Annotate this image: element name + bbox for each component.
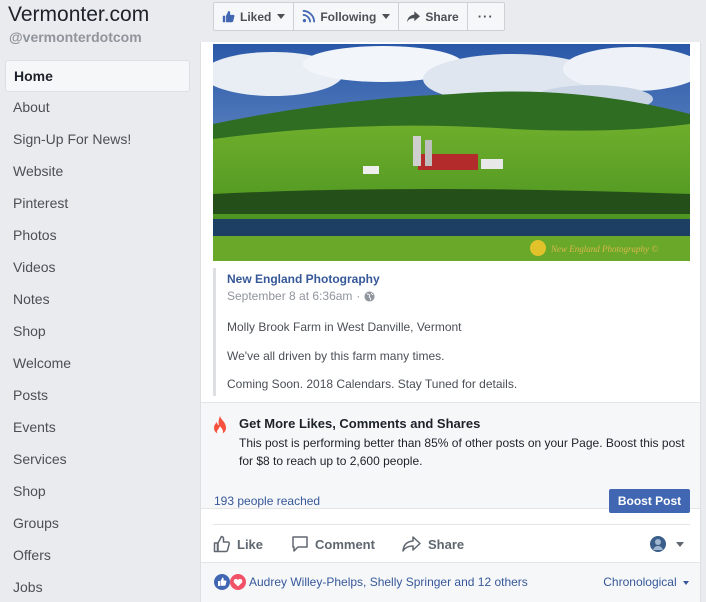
sidebar-nav: Home About Sign-Up For News! Website Pin… [5, 60, 190, 602]
page-handle[interactable]: @vermonterdotcom [9, 29, 142, 45]
page-sidebar: Vermonter.com @vermonterdotcom Home Abou… [0, 0, 200, 602]
page-name[interactable]: Vermonter.com [8, 3, 149, 27]
reaction-names-link[interactable]: Audrey Willey-Phelps, Shelly Springer an… [249, 575, 528, 589]
share-button[interactable]: Share [402, 529, 464, 559]
sidebar-item-shop-2[interactable]: Shop [5, 476, 190, 508]
meta-separator: · [356, 289, 361, 303]
thumbs-up-outline-icon [213, 535, 231, 553]
liked-label: Liked [240, 9, 272, 24]
post-text-line: Molly Brook Farm in West Danville, Vermo… [227, 320, 462, 334]
share-action-label: Share [428, 536, 465, 552]
post-actions: Like Comment Share [213, 529, 690, 561]
share-outline-icon [402, 536, 421, 552]
svg-text:New England Photography ©: New England Photography © [550, 244, 658, 254]
post-as-selector[interactable] [650, 529, 684, 559]
boost-description: This post is performing better than 85% … [239, 436, 685, 468]
flame-icon [214, 416, 226, 435]
share-page-button[interactable]: Share [398, 2, 468, 31]
comment-label: Comment [315, 536, 375, 552]
farm-landscape-image: New England Photography © [213, 44, 690, 261]
like-button[interactable]: Like [213, 529, 263, 559]
sidebar-item-jobs[interactable]: Jobs [5, 572, 190, 602]
comment-icon [292, 536, 308, 552]
reactions-summary: Audrey Willey-Phelps, Shelly Springer an… [201, 563, 700, 602]
source-page-link[interactable]: New England Photography [227, 272, 380, 286]
rss-icon [303, 10, 316, 23]
sidebar-item-offers[interactable]: Offers [5, 540, 190, 572]
comment-button[interactable]: Comment [291, 529, 375, 559]
more-button[interactable]: ··· [466, 2, 505, 31]
boost-post-button[interactable]: Boost Post [609, 489, 690, 513]
sidebar-item-services[interactable]: Services [5, 444, 190, 476]
post-card: New England Photography © New England Ph… [200, 42, 701, 602]
chevron-down-icon [277, 14, 286, 19]
following-label: Following [320, 9, 377, 24]
post-text-line: We've all driven by this farm many times… [227, 349, 445, 363]
avatar-icon [650, 536, 666, 552]
love-reaction-icon[interactable] [230, 574, 246, 590]
comment-sort-selector[interactable]: Chronological [603, 575, 689, 589]
post-text-line: Coming Soon. 2018 Calendars. Stay Tuned … [227, 377, 518, 391]
chevron-down-icon [382, 14, 391, 19]
like-label: Like [237, 536, 264, 552]
sidebar-item-events[interactable]: Events [5, 412, 190, 444]
share-label: Share [425, 9, 459, 24]
sidebar-item-website[interactable]: Website [5, 156, 190, 188]
sidebar-item-videos[interactable]: Videos [5, 252, 190, 284]
divider [213, 524, 690, 525]
post-meta: September 8 at 6:36am · [227, 289, 375, 303]
sidebar-item-signup[interactable]: Sign-Up For News! [5, 124, 190, 156]
thumbs-up-icon [222, 10, 235, 23]
share-arrow-icon [407, 10, 421, 22]
sidebar-item-posts[interactable]: Posts [5, 380, 190, 412]
more-icon: ··· [477, 9, 494, 24]
shared-post-attachment: New England Photography September 8 at 6… [213, 268, 690, 396]
sidebar-item-pinterest[interactable]: Pinterest [5, 188, 190, 220]
people-reached-link[interactable]: 193 people reached [214, 494, 320, 508]
boost-title: Get More Likes, Comments and Shares [239, 416, 481, 431]
sidebar-item-photos[interactable]: Photos [5, 220, 190, 252]
sidebar-item-notes[interactable]: Notes [5, 284, 190, 316]
following-button[interactable]: Following [293, 2, 400, 31]
post-timestamp[interactable]: September 8 at 6:36am [227, 289, 352, 303]
page-action-bar: Liked Following Share ··· [213, 2, 505, 31]
chevron-down-icon [683, 580, 689, 585]
sidebar-item-welcome[interactable]: Welcome [5, 348, 190, 380]
post-photo[interactable]: New England Photography © [213, 44, 690, 261]
sidebar-item-about[interactable]: About [5, 92, 190, 124]
globe-icon [364, 290, 375, 302]
sidebar-item-shop[interactable]: Shop [5, 316, 190, 348]
sidebar-item-groups[interactable]: Groups [5, 508, 190, 540]
sort-label: Chronological [603, 575, 677, 589]
chevron-down-icon [676, 541, 684, 547]
like-reaction-icon[interactable] [214, 574, 230, 590]
liked-button[interactable]: Liked [213, 2, 295, 31]
sidebar-item-home[interactable]: Home [5, 60, 190, 92]
